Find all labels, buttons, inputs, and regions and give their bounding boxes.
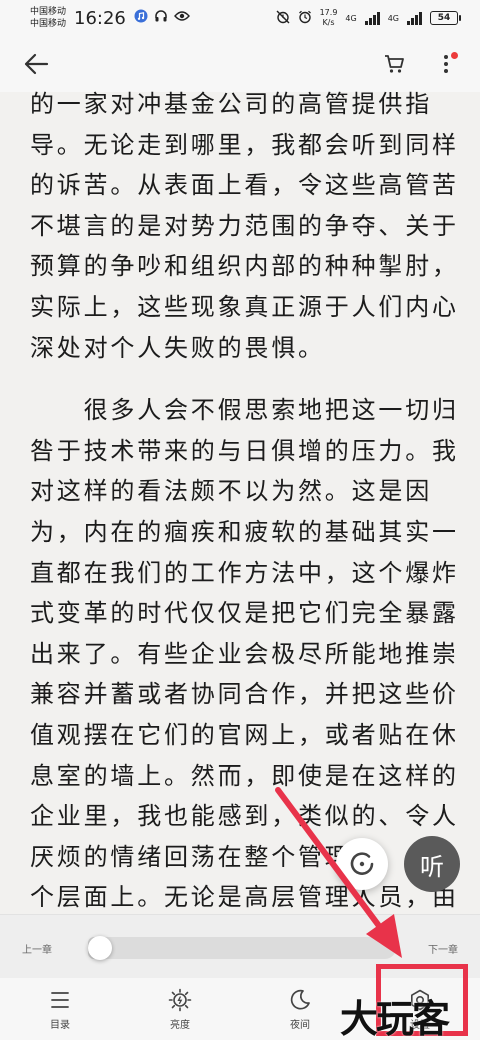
text-line: 兼容并蓄或者协同合作，并把这些价 bbox=[30, 680, 455, 709]
text-line: 实际上，这些现象真正源于人们内心 bbox=[30, 292, 455, 321]
refresh-icon bbox=[350, 852, 374, 875]
text-line: 出来了。有些企业会极尽所能地推崇 bbox=[30, 639, 455, 668]
network-1-label: 4G bbox=[345, 13, 357, 23]
text-line: 直都在我们的工作方法中，这个爆炸 bbox=[30, 558, 455, 587]
chapter-slider-thumb[interactable] bbox=[88, 936, 113, 960]
alarm-muted-icon bbox=[276, 10, 290, 27]
back-button[interactable] bbox=[20, 48, 52, 80]
clock-icon bbox=[298, 10, 312, 27]
notification-dot bbox=[451, 52, 458, 59]
carrier-info: 中国移动 中国移动 bbox=[30, 6, 66, 30]
eye-icon bbox=[173, 10, 190, 26]
menu-list-icon bbox=[51, 991, 69, 1008]
text-line: 咎于技术带来的与日俱增的压力。我 bbox=[30, 436, 455, 465]
more-button[interactable] bbox=[430, 48, 462, 80]
more-vertical-icon bbox=[444, 55, 448, 73]
signal-1-icon bbox=[364, 11, 380, 25]
text-line: 预算的争吵和组织内部的种种掣肘， bbox=[30, 252, 455, 281]
text-line: 很多人会不假思索地把这一切归 bbox=[30, 396, 455, 425]
text-line: 厌烦的情绪回荡在整个管理 bbox=[30, 842, 352, 871]
speed-unit: K/s bbox=[322, 18, 335, 27]
auto-scroll-button[interactable] bbox=[336, 838, 388, 890]
carrier-1: 中国移动 bbox=[30, 7, 67, 17]
chapter-slider[interactable] bbox=[88, 936, 396, 960]
nav-brightness-label: 亮度 bbox=[170, 1019, 190, 1031]
next-chapter-button[interactable]: 下一章 bbox=[428, 941, 458, 956]
nav-brightness[interactable]: 亮度 bbox=[120, 978, 240, 1040]
text-line: 企业里，我也能感到，类似的、令人 bbox=[30, 802, 455, 831]
text-line: 式变革的时代仅仅是把它们完全暴露 bbox=[30, 599, 455, 628]
speed-value: 17.9 bbox=[319, 8, 338, 17]
nav-catalog[interactable]: 目录 bbox=[0, 978, 120, 1040]
watermark-logo: 大玩客 bbox=[340, 997, 450, 1040]
listen-button[interactable]: 听 bbox=[404, 836, 460, 892]
moon-icon bbox=[290, 989, 310, 1009]
nav-catalog-label: 目录 bbox=[50, 1019, 70, 1031]
brightness-icon bbox=[168, 988, 192, 1011]
text-line: 个层面上。无论是高层管理人员，由 bbox=[30, 883, 455, 912]
cart-icon bbox=[385, 55, 404, 73]
text-line: 深处对个人失败的畏惧。 bbox=[30, 333, 325, 362]
text-line: 导。无论走到哪里，我都会听到同样 bbox=[30, 130, 455, 159]
nav-night-label: 夜间 bbox=[290, 1019, 310, 1031]
prev-chapter-button[interactable]: 上一章 bbox=[22, 941, 52, 956]
arrow-left-icon bbox=[24, 53, 49, 75]
status-right: 17.9 K/s 4G 4G 54 bbox=[276, 8, 461, 28]
text-line: 为，内在的痼疾和疲软的基础其实一 bbox=[30, 517, 455, 546]
music-icon bbox=[134, 9, 148, 27]
status-time: 16:26 bbox=[74, 7, 126, 29]
signal-2-icon bbox=[407, 11, 422, 25]
network-speed: 17.9 K/s bbox=[320, 8, 338, 28]
cart-button[interactable] bbox=[378, 48, 410, 80]
book-content[interactable]: 的一家对冲基金公司的高管提供指 导。无论走到哪里，我都会听到同样 的诉苦。从表面上看… bbox=[30, 84, 455, 914]
status-bar: 中国移动 中国移动 16:26 17.9 K/s 4G 4G 54 bbox=[0, 0, 480, 36]
battery-indicator: 54 bbox=[430, 11, 461, 25]
text-line: 的诉苦。从表面上看，令这些高管苦 bbox=[30, 171, 455, 200]
text-line: 的一家对冲基金公司的高管提供指 bbox=[30, 90, 432, 118]
text-line: 值观摆在它们的官网上，或者贴在休 bbox=[30, 720, 455, 749]
text-line: 对这样的看法颇不以为然。这是因 bbox=[30, 477, 432, 506]
text-line bbox=[30, 368, 455, 390]
text-line: 息室的墙上。然而，即使是在这样的 bbox=[30, 761, 455, 790]
headphones-icon bbox=[154, 9, 168, 27]
carrier-2: 中国移动 bbox=[30, 19, 67, 29]
status-icons bbox=[134, 9, 190, 27]
text-line: 不堪言的是对势力范围的争夺、关于 bbox=[30, 211, 455, 240]
network-2-label: 4G bbox=[387, 13, 399, 23]
